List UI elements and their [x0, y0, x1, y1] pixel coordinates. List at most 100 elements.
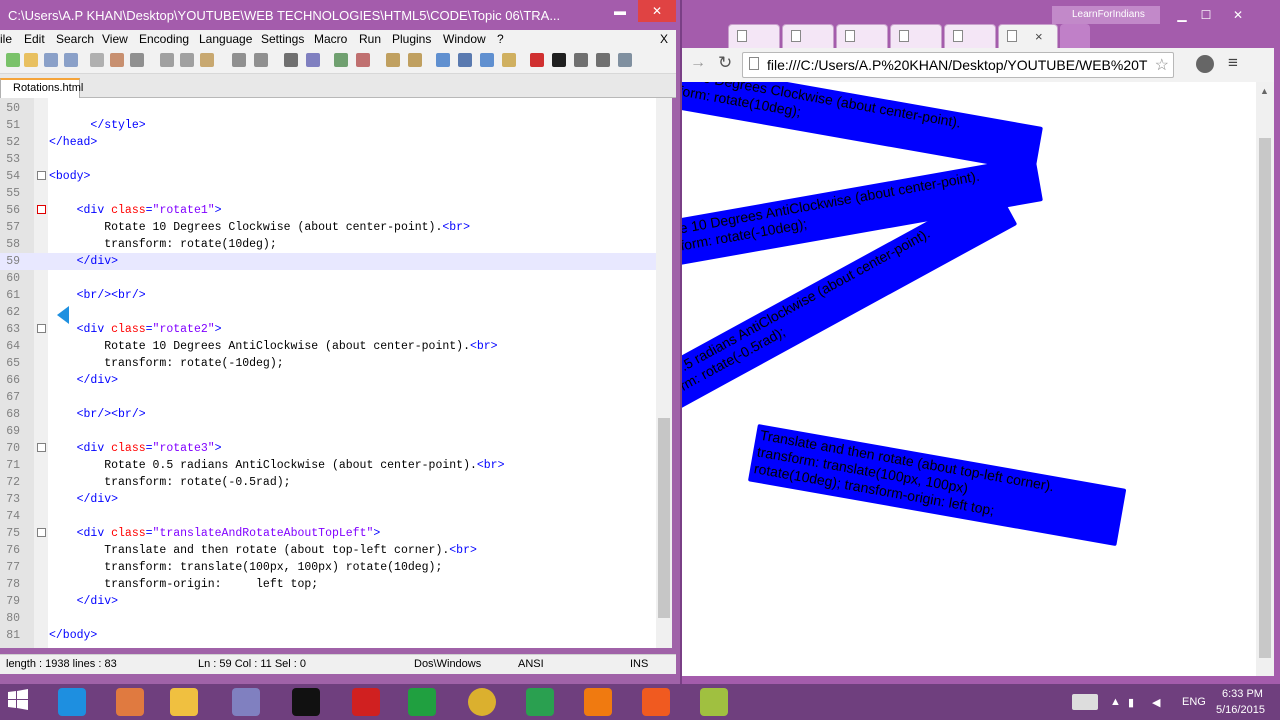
menu-language[interactable]: Language: [199, 32, 252, 46]
code-line[interactable]: 52 </head>: [0, 134, 656, 151]
zoom-in-icon[interactable]: [334, 53, 348, 67]
code-line[interactable]: 51 </style>: [0, 117, 656, 134]
document-close-icon[interactable]: X: [660, 32, 668, 46]
app-icon[interactable]: [352, 688, 380, 716]
sync-scroll-icon[interactable]: [386, 53, 400, 67]
browser-tab[interactable]: [944, 24, 996, 48]
app-icon[interactable]: [292, 688, 320, 716]
open-file-icon[interactable]: [24, 53, 38, 67]
code-line[interactable]: 73 </div>: [0, 491, 656, 508]
volume-icon[interactable]: ◀: [1152, 696, 1160, 709]
menu-search[interactable]: Search: [56, 32, 94, 46]
code-line[interactable]: 61 <br/><br/>: [0, 287, 656, 304]
code-line[interactable]: 59 </div>: [0, 253, 656, 270]
code-line[interactable]: 80: [0, 610, 656, 627]
fold-toggle-icon[interactable]: [37, 443, 46, 452]
code-line[interactable]: 53: [0, 151, 656, 168]
keyboard-icon[interactable]: [1072, 694, 1098, 710]
word-wrap-icon[interactable]: [436, 53, 450, 67]
menu-window[interactable]: Window: [443, 32, 486, 46]
store-icon[interactable]: [408, 688, 436, 716]
record-macro-icon[interactable]: [530, 53, 544, 67]
code-editor[interactable]: 50 51 </style> 52 </head> 53 54 <body> 55 56 <di…: [0, 98, 656, 648]
app-icon[interactable]: [526, 688, 554, 716]
code-line[interactable]: 63 <div class="rotate2">: [0, 321, 656, 338]
indent-guide-icon[interactable]: [480, 53, 494, 67]
page-scrollbar[interactable]: ▲: [1256, 82, 1274, 676]
language-indicator[interactable]: ENG: [1182, 696, 1206, 708]
internet-explorer-icon[interactable]: [58, 688, 86, 716]
menu-icon[interactable]: ≡: [1228, 53, 1238, 73]
menu-encoding[interactable]: Encoding: [139, 32, 189, 46]
replace-icon[interactable]: [306, 53, 320, 67]
code-line[interactable]: 58 transform: rotate(10deg);: [0, 236, 656, 253]
fold-toggle-icon[interactable]: [37, 528, 46, 537]
code-line[interactable]: 55: [0, 185, 656, 202]
fold-toggle-icon[interactable]: [37, 324, 46, 333]
editor-scrollbar[interactable]: [656, 98, 672, 648]
code-line[interactable]: 79 </div>: [0, 593, 656, 610]
code-line[interactable]: 54 <body>: [0, 168, 656, 185]
menu-run[interactable]: Run: [359, 32, 381, 46]
code-line[interactable]: 57 Rotate 10 Degrees Clockwise (about ce…: [0, 219, 656, 236]
scroll-up-icon[interactable]: ▲: [1260, 86, 1269, 96]
code-line[interactable]: 50: [0, 100, 656, 117]
code-line[interactable]: 66 </div>: [0, 372, 656, 389]
sync-horizontal-icon[interactable]: [408, 53, 422, 67]
start-windows-icon[interactable]: [6, 688, 34, 716]
menu-file[interactable]: ile: [0, 32, 12, 46]
print-icon[interactable]: [130, 53, 144, 67]
menu-macro[interactable]: Macro: [314, 32, 347, 46]
new-tab-button[interactable]: [1060, 24, 1090, 48]
code-line[interactable]: 68 <br/><br/>: [0, 406, 656, 423]
code-line[interactable]: 77 transform: translate(100px, 100px) ro…: [0, 559, 656, 576]
browser-tab[interactable]: [890, 24, 942, 48]
code-line[interactable]: 72 transform: rotate(-0.5rad);: [0, 474, 656, 491]
show-all-chars-icon[interactable]: [458, 53, 472, 67]
fold-toggle-icon[interactable]: [37, 171, 46, 180]
browser-tab-active[interactable]: ×: [998, 24, 1058, 48]
fold-toggle-icon[interactable]: [37, 205, 46, 214]
code-line[interactable]: 67: [0, 389, 656, 406]
scrollbar-thumb[interactable]: [658, 418, 670, 618]
browser-tab[interactable]: [728, 24, 780, 48]
save-macro-icon[interactable]: [618, 53, 632, 67]
app-icon[interactable]: [642, 688, 670, 716]
tab-rotations-html[interactable]: Rotations.html: [0, 78, 83, 98]
cut-icon[interactable]: [160, 53, 174, 67]
file-explorer-icon[interactable]: [170, 688, 198, 716]
reload-icon[interactable]: ↻: [718, 53, 732, 73]
chrome-icon[interactable]: [468, 688, 496, 716]
save-icon[interactable]: [44, 53, 58, 67]
code-line[interactable]: 78 transform-origin: left top;: [0, 576, 656, 593]
paste-icon[interactable]: [200, 53, 214, 67]
play-macro-icon[interactable]: [574, 53, 588, 67]
run-macro-multiple-icon[interactable]: [596, 53, 610, 67]
bookmark-star-icon[interactable]: ☆: [1155, 55, 1169, 75]
network-icon[interactable]: ▮: [1128, 696, 1134, 709]
code-line[interactable]: 71 Rotate 0.5 radians AntiClockwise (abo…: [0, 457, 656, 474]
code-line[interactable]: 76 Translate and then rotate (about top-…: [0, 542, 656, 559]
close-file-icon[interactable]: [90, 53, 104, 67]
vlc-icon[interactable]: [584, 688, 612, 716]
copy-icon[interactable]: [180, 53, 194, 67]
minimize-icon[interactable]: ▬: [606, 0, 634, 22]
save-all-icon[interactable]: [64, 53, 78, 67]
undo-icon[interactable]: [232, 53, 246, 67]
code-line[interactable]: 65 transform: rotate(-10deg);: [0, 355, 656, 372]
menu-view[interactable]: View: [102, 32, 128, 46]
code-line[interactable]: 64 Rotate 10 Degrees AntiClockwise (abou…: [0, 338, 656, 355]
code-line[interactable]: 74: [0, 508, 656, 525]
code-line[interactable]: 70 <div class="rotate3">: [0, 440, 656, 457]
scrollbar-thumb[interactable]: [1259, 138, 1271, 658]
code-line[interactable]: 81 </body>: [0, 627, 656, 644]
browser-tab[interactable]: [782, 24, 834, 48]
browser-tab[interactable]: [836, 24, 888, 48]
app-icon[interactable]: [116, 688, 144, 716]
tab-close-icon[interactable]: ×: [1035, 29, 1043, 44]
close-icon[interactable]: ✕: [638, 0, 676, 22]
menu-plugins[interactable]: Plugins: [392, 32, 431, 46]
redo-icon[interactable]: [254, 53, 268, 67]
menu-settings[interactable]: Settings: [261, 32, 304, 46]
menu-edit[interactable]: Edit: [24, 32, 45, 46]
